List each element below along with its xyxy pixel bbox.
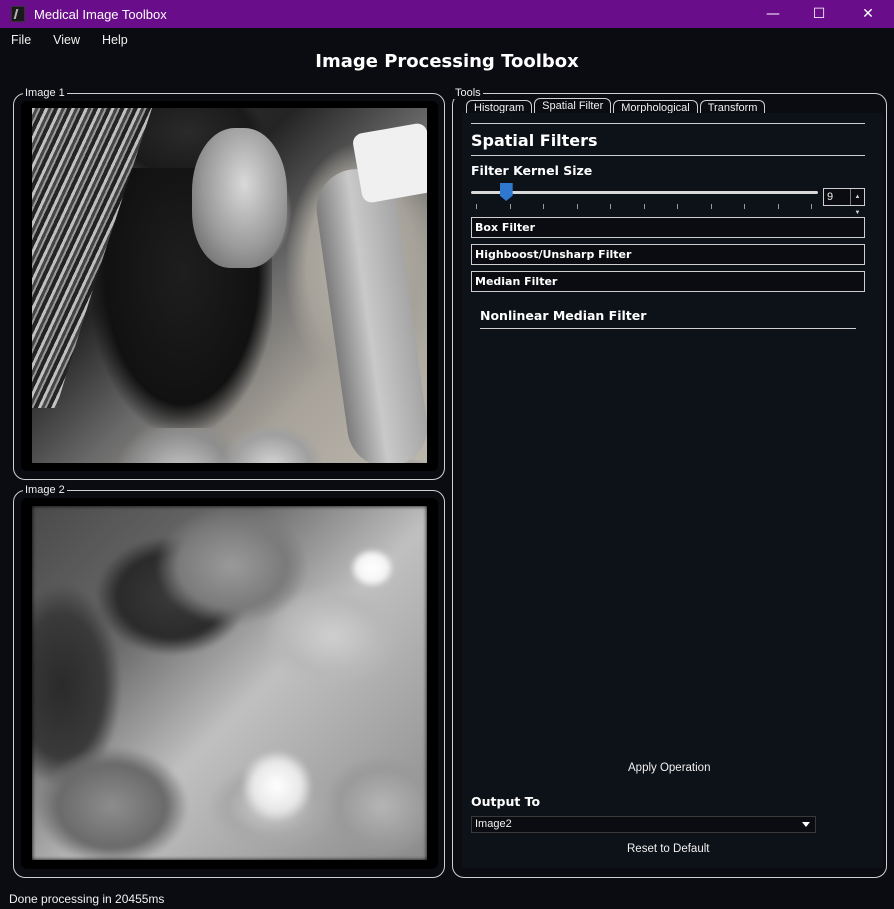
kernel-size-spinbox[interactable]: 9 ▲ ▼: [823, 188, 865, 216]
arm-shape: [311, 163, 427, 463]
slider-tick: [509, 204, 511, 209]
window-title: Medical Image Toolbox: [34, 6, 167, 22]
kernel-size-value: 9: [827, 191, 834, 203]
slider-tick: [744, 204, 745, 209]
slider-tick: [543, 204, 544, 209]
face-shape: [192, 128, 287, 268]
image2-label: Image 2: [23, 484, 67, 496]
menu-file[interactable]: File: [0, 33, 42, 47]
tab-histogram[interactable]: Histogram: [466, 100, 533, 114]
image2-photo: [32, 506, 427, 860]
image2-view[interactable]: [32, 506, 427, 860]
nonlinear-median-title: Nonlinear Median Filter: [480, 308, 647, 323]
divider: [471, 123, 865, 124]
median-filter-button[interactable]: Median Filter: [471, 271, 865, 292]
tab-morphological[interactable]: Morphological: [613, 100, 698, 114]
tab-spatial-filter[interactable]: Spatial Filter: [534, 98, 612, 114]
image1-group: Image 1: [13, 87, 445, 480]
tab-transform[interactable]: Transform: [699, 100, 766, 114]
reset-default-button[interactable]: Reset to Default: [627, 843, 709, 855]
minimize-button[interactable]: —: [750, 0, 796, 28]
dropdown-arrow-icon: [802, 822, 810, 827]
tools-tabbar: Histogram Spatial Filter Morphological T…: [466, 98, 767, 114]
kernel-size-label: Filter Kernel Size: [471, 163, 593, 178]
close-button[interactable]: ✕: [842, 0, 894, 28]
slider-tick: [811, 204, 812, 209]
image2-frame: [21, 498, 438, 869]
app-heading: Image Processing Toolbox: [315, 51, 579, 72]
slider-tick: [677, 204, 678, 209]
output-select[interactable]: Image2: [471, 816, 816, 833]
tools-label: Tools: [453, 87, 483, 99]
kernel-slider-track[interactable]: [471, 191, 818, 194]
maximize-button[interactable]: ☐: [796, 0, 842, 28]
image1-photo: [32, 108, 427, 463]
menu-view[interactable]: View: [42, 33, 91, 47]
slider-tick: [576, 204, 578, 209]
image1-view[interactable]: [32, 108, 427, 463]
box-filter-button[interactable]: Box Filter: [471, 217, 865, 238]
divider: [471, 155, 865, 156]
slider-tick: [610, 204, 611, 209]
sleeve-shape: [351, 122, 427, 204]
window-controls: — ☐ ✕: [750, 0, 894, 28]
spinbox-arrows[interactable]: ▲ ▼: [850, 189, 864, 216]
slider-tick: [710, 204, 712, 209]
image1-label: Image 1: [23, 87, 67, 99]
output-to-label: Output To: [471, 794, 541, 809]
output-select-value: Image2: [475, 818, 512, 830]
image1-frame: [21, 101, 438, 471]
app-icon: [11, 6, 25, 22]
image2-group: Image 2: [13, 484, 445, 878]
menu-bar: File View Help: [0, 28, 894, 52]
section-title: Spatial Filters: [471, 131, 598, 150]
menu-help[interactable]: Help: [91, 33, 139, 47]
status-bar: Done processing in 20455ms: [9, 892, 165, 906]
slider-tick: [777, 204, 779, 209]
spin-up-icon[interactable]: ▲: [855, 189, 861, 205]
slider-tick: [643, 204, 645, 209]
divider: [480, 328, 856, 329]
title-bar: Medical Image Toolbox — ☐ ✕: [0, 0, 894, 28]
slider-tick: [476, 204, 477, 209]
highboost-filter-button[interactable]: Highboost/Unsharp Filter: [471, 244, 865, 265]
apply-operation-button[interactable]: Apply Operation: [628, 762, 710, 774]
